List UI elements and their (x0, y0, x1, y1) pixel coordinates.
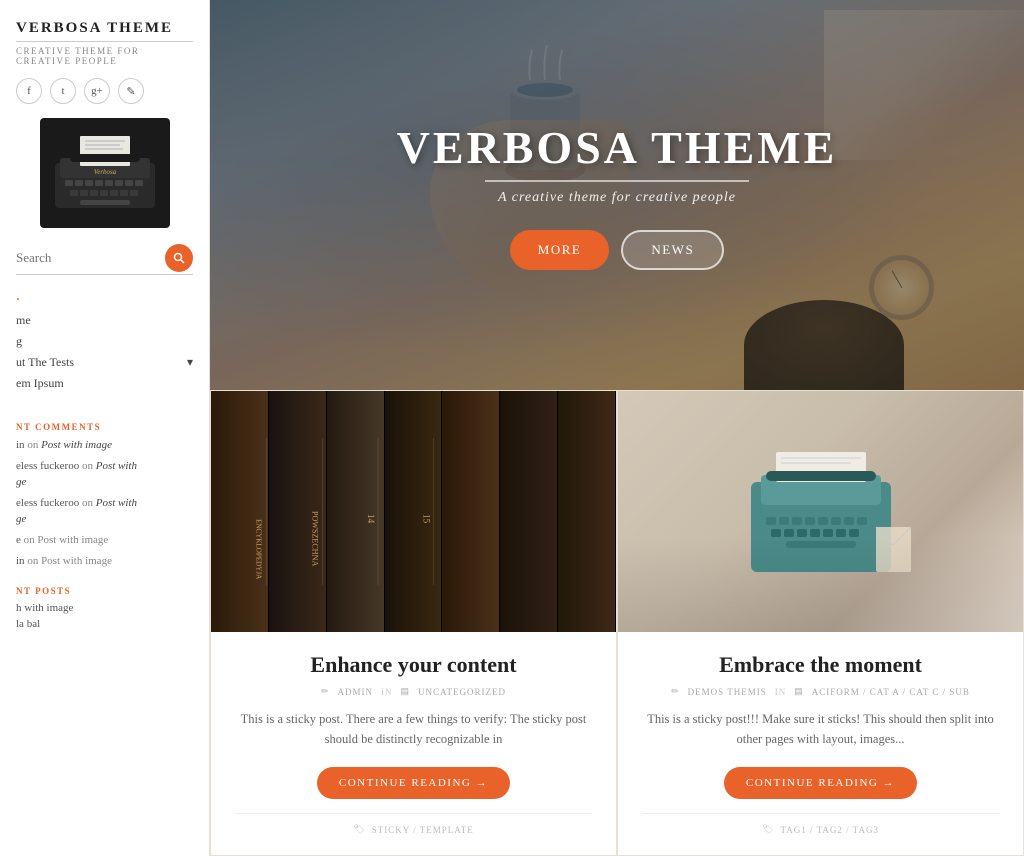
recent-posts-title: NT POSTS (16, 586, 193, 596)
nav-item-g[interactable]: g (16, 331, 193, 352)
folder-icon-2: ▤ (794, 686, 804, 697)
post-title-2: Embrace the moment (719, 652, 922, 678)
hero-subtitle: A creative theme for creative people (397, 190, 838, 206)
posts-grid: ENCYKLOPEDYJA POWSZECHNA 14 15 Enhance y… (210, 390, 1024, 856)
sidebar-brand-title: VERBOSA THEME (16, 20, 193, 42)
recent-post-2[interactable]: la bal (16, 618, 193, 630)
sidebar: VERBOSA THEME CREATIVE THEME FOR CREATIV… (0, 0, 210, 856)
news-button[interactable]: NEWS (621, 230, 724, 270)
post-body-1: Enhance your content ✏ ADMIN IN ▤ UNCATE… (211, 632, 616, 855)
tag-icon-1: 🏷 (353, 824, 365, 835)
facebook-icon[interactable]: f (16, 78, 42, 104)
post-meta-2: ✏ DEMOS THEMIS IN ▤ ACIFORM / CAT A / CA… (671, 686, 970, 697)
post-meta-1: ✏ ADMIN IN ▤ UNCATEGORIZED (321, 686, 506, 697)
post-footer-1: 🏷 STICKY / TEMPLATE (235, 813, 592, 835)
comment-item-2: eless fuckeroo on Post withge (16, 459, 193, 490)
comment-post-link[interactable]: Post with image (41, 439, 112, 451)
comment-on: on (82, 460, 96, 472)
comment-author: eless fuckeroo (16, 497, 79, 509)
post-category-2: ACIFORM / CAT A / CAT C / SUB (812, 687, 970, 697)
link-icon[interactable]: ✎ (118, 78, 144, 104)
hero-buttons: MORE NEWS (397, 230, 838, 270)
comment-author: e (16, 534, 21, 546)
chevron-down-icon: ▾ (187, 355, 193, 370)
pen-icon: ✏ (321, 686, 330, 697)
post-tags-1: STICKY / TEMPLATE (372, 825, 474, 835)
continue-reading-button-1[interactable]: CONTINUE READING → (317, 767, 510, 799)
post-footer-2: 🏷 TAG1 / TAG2 / TAG3 (642, 813, 999, 835)
post-thumbnail-2 (618, 391, 1023, 632)
sidebar-brand-subtitle: CREATIVE THEME FOR CREATIVE PEOPLE (16, 46, 193, 66)
comment-on: on (27, 439, 41, 451)
search-input[interactable] (16, 250, 165, 266)
main-content: VERBOSA THEME A creative theme for creat… (210, 0, 1024, 856)
tag-icon-2: 🏷 (762, 824, 774, 835)
post-author-2: DEMOS THEMIS (688, 687, 767, 697)
book-spine (269, 391, 327, 632)
recent-comments-title: NT COMMENTS (16, 422, 193, 432)
comment-item-1: in on Post with image (16, 438, 193, 453)
pen-icon-2: ✏ (671, 686, 680, 697)
nav-item-home[interactable]: · (16, 289, 193, 310)
continue-reading-button-2[interactable]: CONTINUE READING → (724, 767, 917, 799)
search-icon (173, 252, 185, 264)
book-spine (500, 391, 558, 632)
social-icons: f t g+ ✎ (16, 78, 193, 104)
book-spine (327, 391, 385, 632)
search-area (16, 244, 193, 275)
recent-post-1[interactable]: h with image (16, 602, 193, 614)
post-author-1: ADMIN (338, 687, 374, 697)
book-spine (211, 391, 269, 632)
comment-author: in (16, 555, 25, 567)
nav-item-lorem[interactable]: em Ipsum (16, 373, 193, 394)
comment-on: on Post with image (24, 534, 109, 546)
hero-section: VERBOSA THEME A creative theme for creat… (210, 0, 1024, 390)
comment-on: on Post with image (27, 555, 112, 567)
search-button[interactable] (165, 244, 193, 272)
meta-separator: IN (381, 687, 393, 697)
post-category-1: UNCATEGORIZED (418, 687, 506, 697)
book-spine (558, 391, 616, 632)
sidebar-logo: Verbosa (40, 118, 170, 228)
comment-item-3: eless fuckeroo on Post withge (16, 496, 193, 527)
hero-text: VERBOSA THEME A creative theme for creat… (397, 121, 838, 270)
svg-text:Verbosa: Verbosa (93, 168, 116, 176)
twitter-icon[interactable]: t (50, 78, 76, 104)
nav-item-me[interactable]: me (16, 310, 193, 331)
book-spine (385, 391, 443, 632)
comment-item-4: e on Post with image (16, 533, 193, 548)
comment-author: eless fuckeroo (16, 460, 79, 472)
nav-item-tests[interactable]: ut The Tests ▾ (16, 352, 193, 373)
nav-menu: · me g ut The Tests ▾ em Ipsum (16, 289, 193, 394)
post-tags-2: TAG1 / TAG2 / TAG3 (780, 825, 879, 835)
comment-item-5: in on Post with image (16, 554, 193, 569)
typewriter-thumb-svg (721, 437, 921, 587)
post-excerpt-2: This is a sticky post!!! Make sure it st… (642, 709, 999, 749)
post-thumbnail-1: ENCYKLOPEDYJA POWSZECHNA 14 15 (211, 391, 616, 632)
post-body-2: Embrace the moment ✏ DEMOS THEMIS IN ▤ A… (618, 632, 1023, 855)
post-excerpt-1: This is a sticky post. There are a few t… (235, 709, 592, 749)
comment-on: on (82, 497, 96, 509)
book-spine (442, 391, 500, 632)
folder-icon: ▤ (401, 686, 411, 697)
nav-item-tests-label: ut The Tests (16, 355, 74, 370)
comment-author: in (16, 439, 25, 451)
meta-separator-2: IN (775, 687, 787, 697)
post-title-1: Enhance your content (310, 652, 516, 678)
hero-title: VERBOSA THEME (397, 121, 838, 182)
post-card-1: ENCYKLOPEDYJA POWSZECHNA 14 15 Enhance y… (210, 390, 617, 856)
post-card-2: Embrace the moment ✏ DEMOS THEMIS IN ▤ A… (617, 390, 1024, 856)
googleplus-icon[interactable]: g+ (84, 78, 110, 104)
more-button[interactable]: MORE (510, 230, 610, 270)
